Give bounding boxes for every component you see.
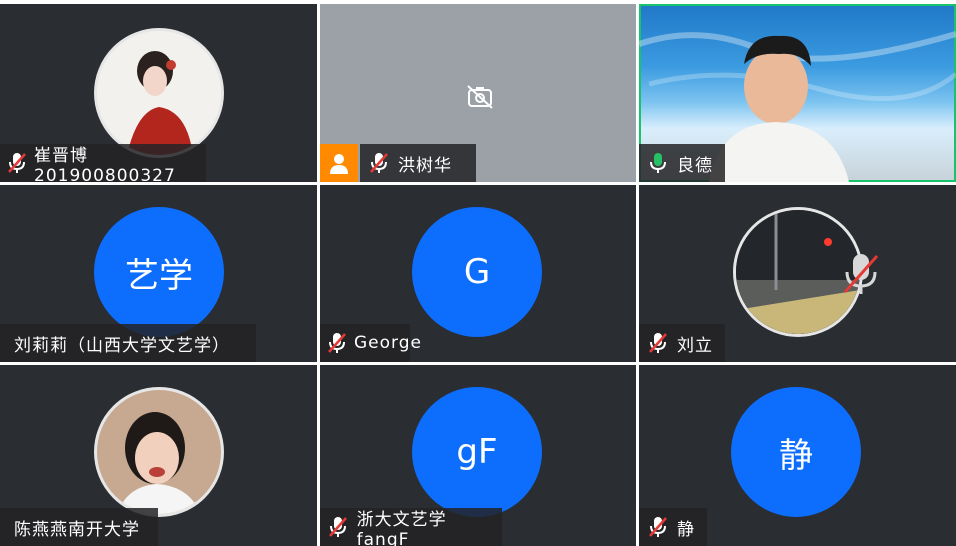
participant-tile[interactable]: gF 浙大文艺学fangF [320,365,636,546]
initials-avatar: gF [412,387,542,517]
participant-name: George [354,333,422,353]
mic-muted-icon [839,250,883,302]
avatar-initials: 静 [779,435,813,476]
participant-tile[interactable]: 陈燕燕南开大学 [0,365,317,546]
mic-muted-icon[interactable] [326,514,351,540]
participant-avatar [94,387,224,517]
participant-name: 静 [677,519,695,540]
nameplate: 刘莉莉（山西大学文艺学） [0,324,256,362]
participant-tile[interactable]: G George [320,185,636,362]
participant-name: 刘莉莉（山西大学文艺学） [14,335,230,356]
mic-muted-icon[interactable] [6,150,28,176]
initials-avatar: 静 [731,387,861,517]
participant-name: 良德 [677,155,713,176]
mic-icon[interactable] [645,150,671,176]
participant-tile[interactable]: 艺学 刘莉莉（山西大学文艺学） [0,185,317,362]
initials-avatar: G [412,207,542,337]
mic-muted-icon[interactable] [645,330,671,356]
nameplate: 洪树华 [320,144,476,182]
participant-tile[interactable]: 洪树华 [320,4,636,182]
nameplate: George [320,324,421,362]
nameplate: 静 [639,508,707,546]
mic-muted-icon[interactable] [645,514,671,540]
nameplate: 浙大文艺学fangF [320,508,502,546]
participant-name: 浙大文艺学fangF [356,509,447,546]
nameplate: 刘立 [639,324,725,362]
initials-avatar: 艺学 [94,207,224,337]
portrait-image [97,31,221,155]
nameplate: 良德 [639,144,725,182]
avatar-initials: gF [456,432,498,472]
avatar-initials: 艺学 [125,255,193,296]
participant-name: 陈燕燕南开大学 [14,519,140,540]
nameplate: 崔晋博201900800327 [0,144,206,182]
video-grid: 崔晋博201900800327 洪树华 良德 艺学 刘莉莉（山西大学文艺学） G… [0,0,956,546]
mic-muted-icon[interactable] [326,330,348,356]
participant-name: 洪树华 [398,155,452,176]
participant-tile[interactable]: 刘立 [639,185,956,362]
participant-name: 刘立 [677,335,713,356]
portrait-image [97,390,221,514]
nameplate: 陈燕燕南开大学 [0,508,158,546]
participant-tile-active-speaker[interactable]: 良德 [639,4,956,182]
participant-tile[interactable]: 崔晋博201900800327 [0,4,317,182]
participant-tile[interactable]: 静 静 [639,365,956,546]
avatar-initials: G [463,252,491,292]
camera-off-icon [467,85,493,109]
user-icon [320,144,358,182]
participant-name: 崔晋博201900800327 [34,145,176,183]
participant-avatar [94,28,224,158]
mic-muted-icon[interactable] [366,150,392,176]
